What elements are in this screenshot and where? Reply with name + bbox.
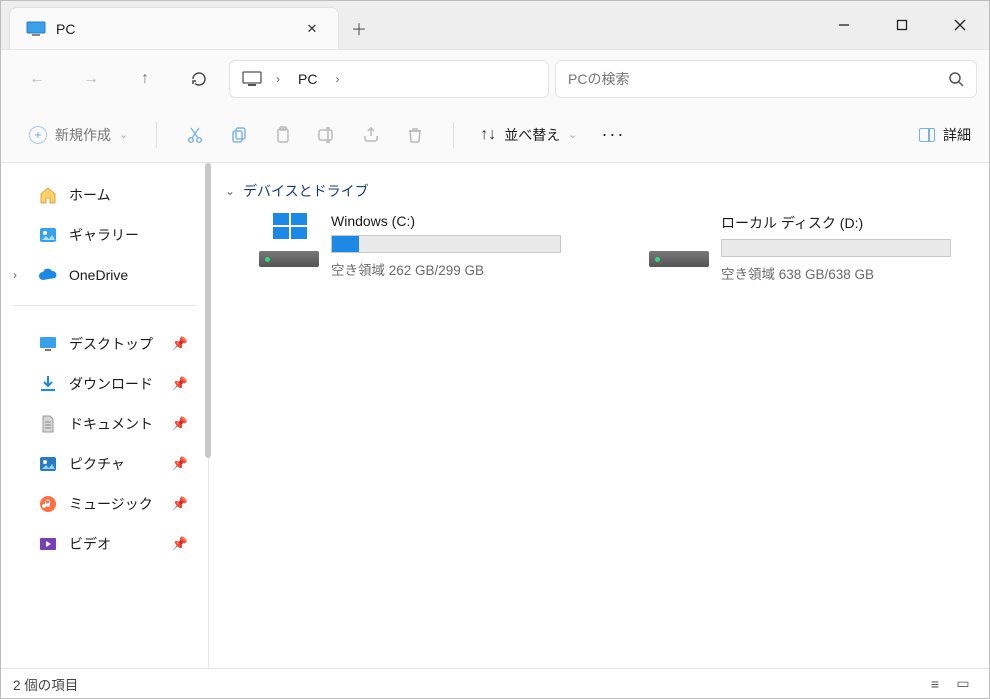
chevron-right-icon[interactable]: › xyxy=(13,268,17,282)
cut-button[interactable] xyxy=(175,115,215,155)
status-bar: 2 個の項目 ≡ ▭ xyxy=(1,668,989,698)
sidebar-item-label: ビデオ xyxy=(69,534,111,554)
chevron-down-icon: ⌄ xyxy=(568,128,577,141)
sidebar-item-videos[interactable]: ビデオ 📌 xyxy=(1,524,208,564)
address-bar[interactable]: › PC › xyxy=(229,60,549,98)
sidebar-item-pictures[interactable]: ピクチャ 📌 xyxy=(1,444,208,484)
new-tab-button[interactable]: ＋ xyxy=(339,7,379,49)
chevron-right-icon[interactable]: › xyxy=(270,72,286,86)
sidebar-item-label: ダウンロード xyxy=(69,374,153,394)
details-pane-button[interactable]: 詳細 xyxy=(919,125,971,145)
drive-icon xyxy=(649,213,709,273)
address-segment[interactable]: PC xyxy=(292,71,323,87)
sort-label: 並べ替え xyxy=(504,125,560,145)
toolbar: + 新規作成 ⌄ ↑↓ 並べ替え ⌄ ··· 詳細 xyxy=(1,107,989,163)
sidebar-item-music[interactable]: ミュージック 📌 xyxy=(1,484,208,524)
group-title: デバイスとドライブ xyxy=(243,181,369,201)
sidebar-item-label: ギャラリー xyxy=(69,225,139,245)
chevron-down-icon: ⌄ xyxy=(119,128,128,141)
drive-subtext: 空き領域 638 GB/638 GB xyxy=(721,257,979,283)
search-box[interactable] xyxy=(555,60,977,98)
status-text: 2 個の項目 xyxy=(13,674,78,694)
desktop-icon xyxy=(37,333,59,355)
sidebar-item-label: デスクトップ xyxy=(69,334,153,354)
drive-capacity-bar xyxy=(331,235,561,253)
share-button[interactable] xyxy=(351,115,391,155)
drive-item[interactable]: Windows (C:) 空き領域 262 GB/299 GB xyxy=(259,213,589,283)
sidebar-item-desktop[interactable]: デスクトップ 📌 xyxy=(1,324,208,364)
new-button[interactable]: + 新規作成 ⌄ xyxy=(19,119,138,151)
sidebar: ホームギャラリー›OneDrive デスクトップ📌ダウンロード📌ドキュメント📌ピ… xyxy=(1,163,209,668)
copy-button[interactable] xyxy=(219,115,259,155)
sidebar-item-label: ホーム xyxy=(69,185,111,205)
downloads-icon xyxy=(37,373,59,395)
sidebar-item-label: ピクチャ xyxy=(69,454,125,474)
sidebar-item-onedrive[interactable]: › OneDrive xyxy=(1,255,208,295)
view-list-button[interactable]: ≡ xyxy=(921,673,949,695)
onedrive-icon xyxy=(37,264,59,286)
chevron-down-icon: ⌄ xyxy=(225,184,235,198)
up-button[interactable]: ↑ xyxy=(121,59,169,99)
sidebar-item-downloads[interactable]: ダウンロード 📌 xyxy=(1,364,208,404)
new-label: 新規作成 xyxy=(55,125,111,145)
close-button[interactable] xyxy=(931,1,989,49)
content: ⌄ デバイスとドライブ Windows (C:) 空き領域 262 GB/299 … xyxy=(209,163,989,668)
address-row: ← → ↑ › PC › xyxy=(1,49,989,107)
group-header[interactable]: ⌄ デバイスとドライブ xyxy=(219,177,979,213)
pin-icon: 📌 xyxy=(172,416,188,432)
pc-icon xyxy=(26,21,46,37)
forward-button[interactable]: → xyxy=(67,59,115,99)
search-input[interactable] xyxy=(568,71,948,87)
chevron-right-icon[interactable]: › xyxy=(329,72,345,86)
maximize-button[interactable] xyxy=(873,1,931,49)
back-button[interactable]: ← xyxy=(13,59,61,99)
pin-icon: 📌 xyxy=(172,536,188,552)
window-controls xyxy=(815,1,989,49)
details-icon xyxy=(919,128,935,142)
drive-capacity-bar xyxy=(721,239,951,257)
pin-icon: 📌 xyxy=(172,376,188,392)
plus-icon: + xyxy=(29,126,47,144)
pin-icon: 📌 xyxy=(172,336,188,352)
delete-button[interactable] xyxy=(395,115,435,155)
pictures-icon xyxy=(37,453,59,475)
drive-name: ローカル ディスク (D:) xyxy=(721,213,979,239)
rename-button[interactable] xyxy=(307,115,347,155)
drive-item[interactable]: ローカル ディスク (D:) 空き領域 638 GB/638 GB xyxy=(649,213,979,283)
sidebar-item-gallery[interactable]: ギャラリー xyxy=(1,215,208,255)
refresh-button[interactable] xyxy=(175,59,223,99)
details-label: 詳細 xyxy=(943,125,971,145)
pin-icon: 📌 xyxy=(172,496,188,512)
documents-icon xyxy=(37,413,59,435)
paste-button[interactable] xyxy=(263,115,303,155)
sidebar-item-label: ミュージック xyxy=(69,494,153,514)
home-icon xyxy=(37,184,59,206)
tab-title: PC xyxy=(56,21,288,37)
sort-icon: ↑↓ xyxy=(480,126,496,144)
sidebar-item-label: OneDrive xyxy=(69,267,128,283)
sidebar-item-home[interactable]: ホーム xyxy=(1,175,208,215)
view-tiles-button[interactable]: ▭ xyxy=(949,673,977,695)
more-button[interactable]: ··· xyxy=(589,124,637,145)
minimize-button[interactable] xyxy=(815,1,873,49)
pin-icon: 📌 xyxy=(172,456,188,472)
drive-subtext: 空き領域 262 GB/299 GB xyxy=(331,253,589,279)
sidebar-item-documents[interactable]: ドキュメント 📌 xyxy=(1,404,208,444)
search-icon[interactable] xyxy=(948,71,964,87)
titlebar: PC ✕ ＋ xyxy=(1,1,989,49)
pc-icon xyxy=(240,67,264,91)
music-icon xyxy=(37,493,59,515)
tab-pc[interactable]: PC ✕ xyxy=(9,7,339,49)
sidebar-item-label: ドキュメント xyxy=(69,414,153,434)
drive-icon xyxy=(259,213,319,273)
drive-name: Windows (C:) xyxy=(331,213,589,235)
videos-icon xyxy=(37,533,59,555)
tab-close-button[interactable]: ✕ xyxy=(298,15,326,43)
sort-button[interactable]: ↑↓ 並べ替え ⌄ xyxy=(472,119,585,151)
gallery-icon xyxy=(37,224,59,246)
body: ホームギャラリー›OneDrive デスクトップ📌ダウンロード📌ドキュメント📌ピ… xyxy=(1,163,989,668)
